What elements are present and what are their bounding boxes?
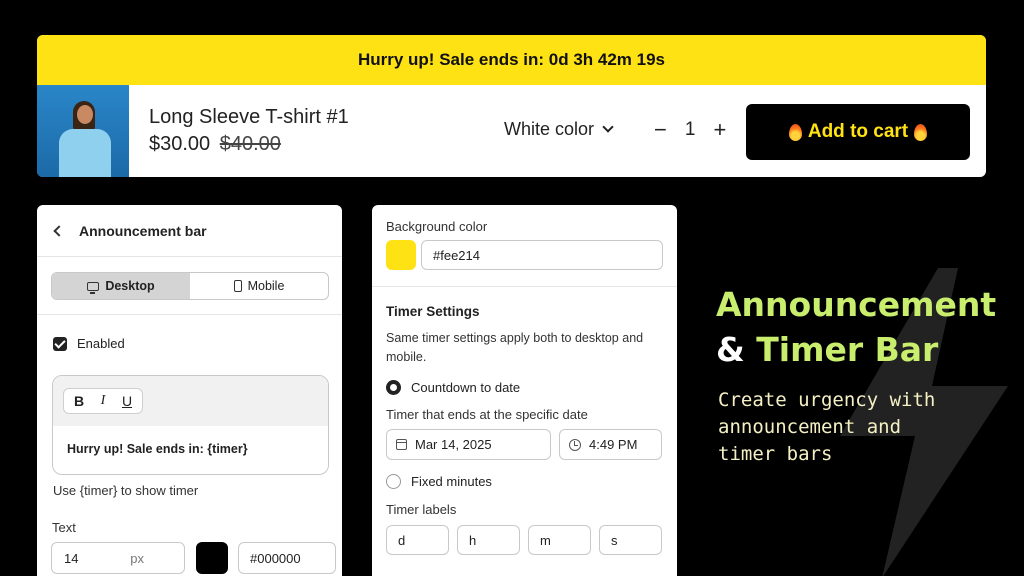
tab-label: Desktop — [105, 279, 155, 293]
end-time-input[interactable]: 4:49 PM — [559, 429, 662, 460]
fixed-minutes-radio[interactable] — [386, 474, 401, 489]
seconds-label-value: s — [611, 532, 618, 548]
end-date-input[interactable]: Mar 14, 2025 — [386, 429, 551, 460]
product-name: Long Sleeve T-shirt #1 — [149, 106, 349, 128]
minutes-label-value: m — [540, 532, 551, 548]
timer-settings-title: Timer Settings — [386, 304, 480, 319]
desktop-icon — [87, 281, 100, 294]
product-image — [37, 85, 129, 177]
end-date-label: Timer that ends at the specific date — [386, 407, 588, 422]
text-section-label: Text — [52, 520, 76, 535]
underline-button[interactable]: U — [116, 393, 138, 409]
add-to-cart-label: Add to cart — [807, 121, 909, 142]
mobile-icon — [233, 280, 242, 292]
italic-button[interactable]: I — [92, 393, 114, 409]
quantity-stepper: − 1 + — [654, 117, 726, 143]
font-size-input[interactable]: 14 px — [51, 542, 185, 574]
promo-title-line1: Announcement — [716, 285, 997, 324]
tab-label: Mobile — [247, 279, 285, 293]
quantity-value: 1 — [684, 119, 696, 140]
product-info: Long Sleeve T-shirt #1 $30.00 $40.00 — [149, 106, 349, 156]
tab-desktop[interactable]: Desktop — [52, 273, 190, 299]
font-size-value: 14 — [64, 550, 79, 566]
rich-text-editor: B I U Hurry up! Sale ends in: {timer} — [52, 375, 329, 475]
announcement-bar: Hurry up! Sale ends in: 0d 3h 42m 19s — [37, 35, 986, 85]
enabled-label: Enabled — [77, 336, 125, 351]
chevron-down-icon — [602, 120, 614, 133]
text-color-value: #000000 — [250, 550, 301, 566]
bold-button[interactable]: B — [68, 393, 90, 409]
variant-value: White color — [504, 119, 595, 139]
background-color-swatch[interactable] — [386, 240, 416, 270]
seconds-label-input[interactable]: s — [599, 525, 662, 555]
tab-mobile[interactable]: Mobile — [190, 273, 328, 299]
countdown-label: Countdown to date — [411, 380, 521, 395]
variant-select[interactable]: White color — [504, 119, 614, 140]
promo-title: Announcement & Timer Bar — [716, 282, 1016, 372]
timer-hint: Use {timer} to show timer — [53, 483, 199, 498]
hours-label-value: h — [469, 532, 477, 548]
promo-title-ampersand: & — [716, 330, 745, 369]
clock-icon — [569, 438, 581, 451]
increase-quantity-button[interactable]: + — [713, 117, 726, 143]
minutes-label-input[interactable]: m — [528, 525, 591, 555]
editor-content[interactable]: Hurry up! Sale ends in: {timer} — [53, 426, 328, 456]
countdown-option[interactable]: Countdown to date — [386, 380, 663, 395]
panel-header: Announcement bar — [37, 205, 342, 257]
days-label-value: d — [398, 532, 406, 548]
calendar-icon — [396, 439, 407, 450]
product-price: $30.00 — [149, 133, 211, 155]
end-date-value: Mar 14, 2025 — [415, 437, 492, 452]
add-to-cart-button[interactable]: Add to cart — [746, 104, 970, 160]
fixed-minutes-label: Fixed minutes — [411, 474, 492, 489]
device-toggle: Desktop Mobile — [51, 272, 329, 300]
product-row: Long Sleeve T-shirt #1 $30.00 $40.00 Whi… — [37, 85, 986, 177]
promo-subtitle: Create urgency with announcement and tim… — [718, 389, 936, 465]
enabled-checkbox[interactable] — [53, 336, 67, 351]
fire-icon — [914, 123, 928, 141]
timer-settings-description: Same timer settings apply both to deskto… — [386, 331, 644, 364]
announcement-settings-panel: Announcement bar Desktop Mobile Enabled … — [37, 205, 342, 576]
product-prices: $30.00 $40.00 — [149, 133, 349, 156]
countdown-radio[interactable] — [386, 380, 401, 395]
background-color-input[interactable]: #fee214 — [421, 240, 663, 270]
promo-title-line2: Timer Bar — [756, 330, 939, 369]
hours-label-input[interactable]: h — [457, 525, 520, 555]
end-time-value: 4:49 PM — [589, 437, 638, 452]
panel-title: Announcement bar — [79, 222, 207, 239]
days-label-input[interactable]: d — [386, 525, 449, 555]
back-arrow-icon[interactable] — [53, 224, 65, 237]
text-color-swatch[interactable] — [196, 542, 228, 574]
text-color-input[interactable]: #000000 — [238, 542, 336, 574]
fire-icon — [788, 123, 802, 141]
font-size-unit: px — [130, 550, 144, 566]
compare-price: $40.00 — [219, 133, 281, 155]
timer-settings-panel: Background color #fee214 Timer Settings … — [372, 205, 677, 576]
fixed-minutes-option[interactable]: Fixed minutes — [386, 474, 663, 489]
background-color-label: Background color — [386, 219, 488, 234]
enabled-row: Enabled — [37, 315, 342, 351]
background-color-value: #fee214 — [433, 247, 480, 263]
decrease-quantity-button[interactable]: − — [654, 117, 667, 143]
product-sticky-bar: Hurry up! Sale ends in: 0d 3h 42m 19s Lo… — [37, 35, 986, 177]
format-toolbar: B I U — [63, 388, 143, 414]
timer-labels-title: Timer labels — [386, 502, 457, 517]
announcement-text: Hurry up! Sale ends in: 0d 3h 42m 19s — [357, 50, 666, 69]
